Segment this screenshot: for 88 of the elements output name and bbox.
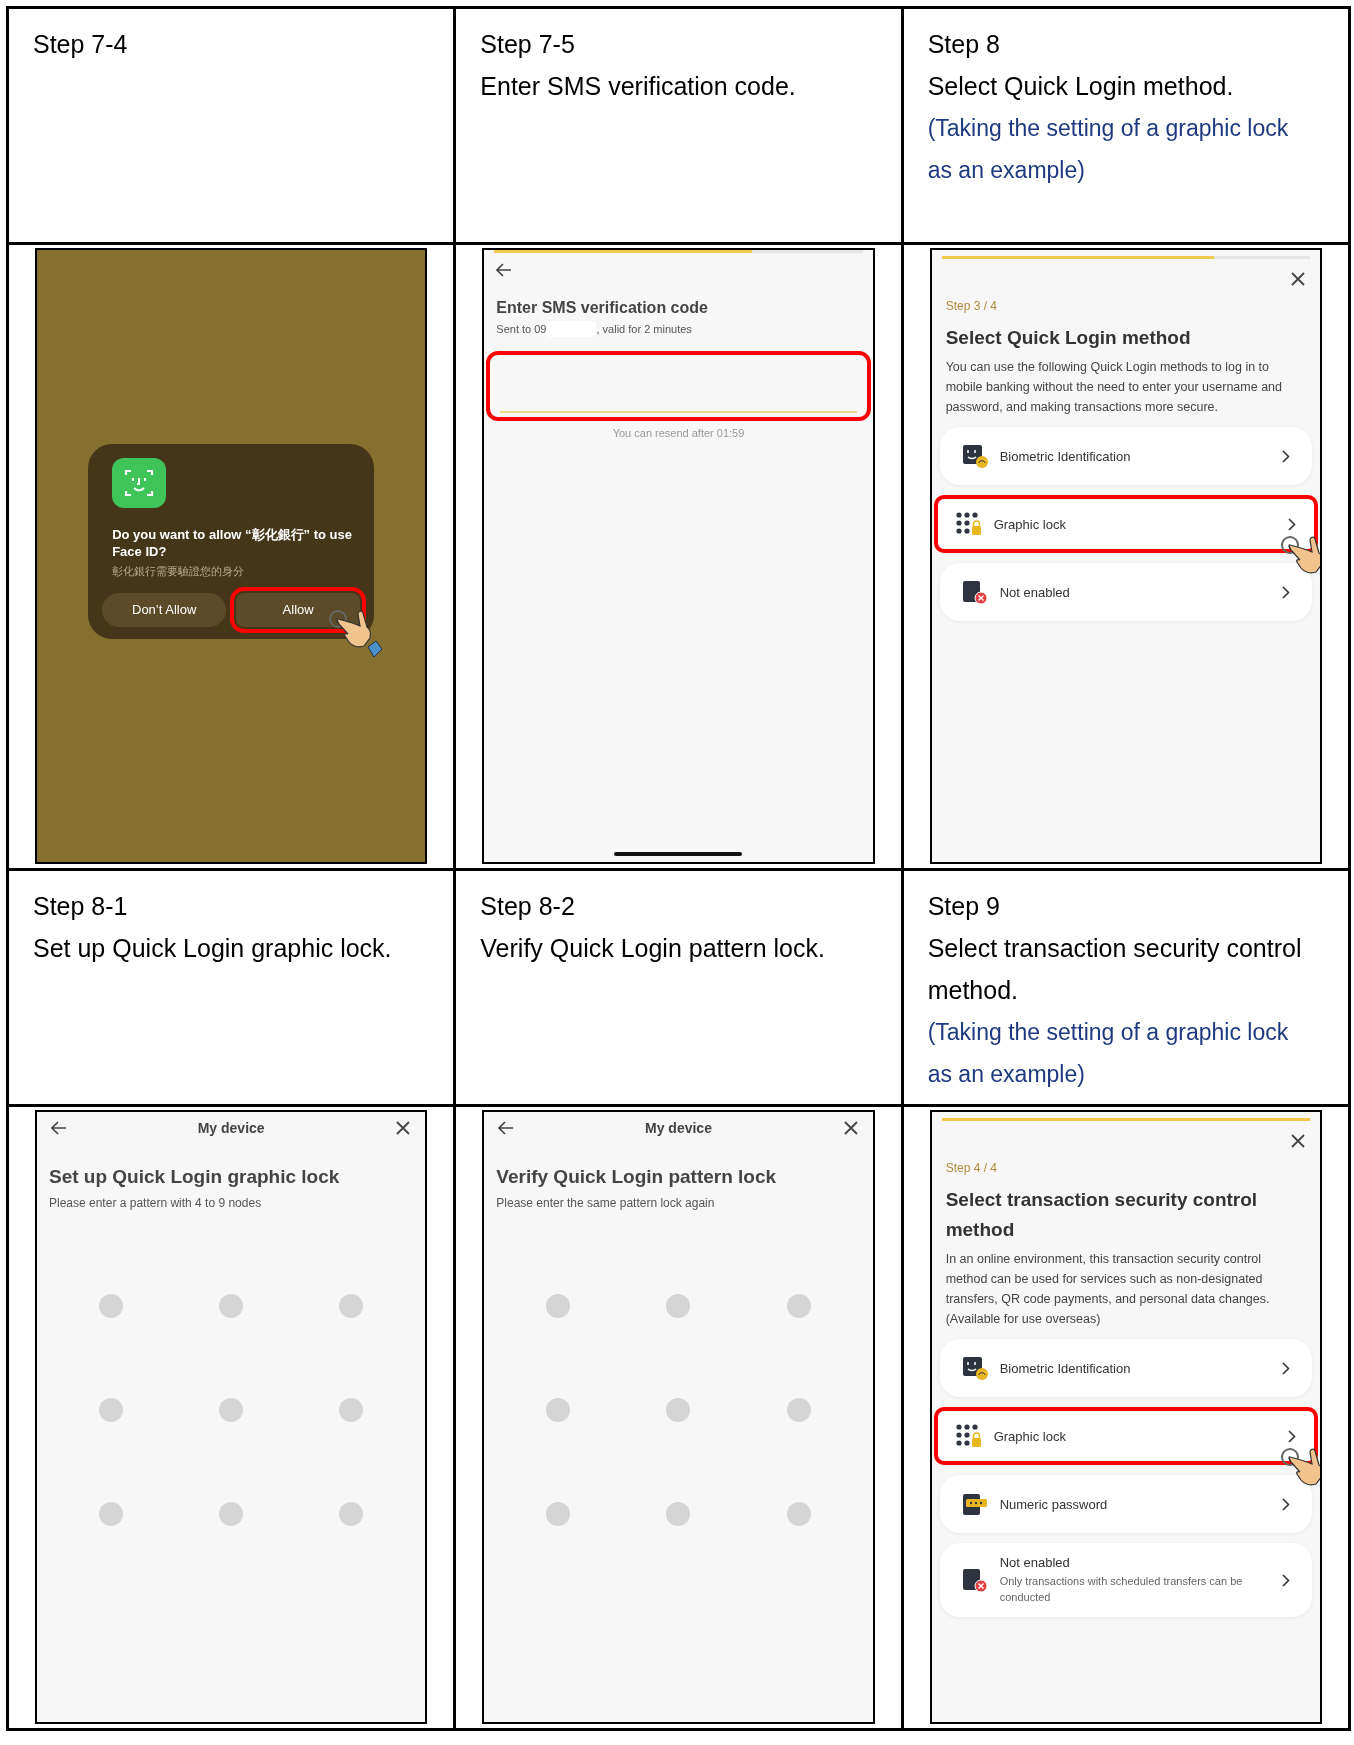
pattern-node[interactable] — [786, 1294, 811, 1318]
chevron-right-icon — [1282, 585, 1290, 599]
close-icon[interactable] — [395, 1120, 412, 1136]
chevron-right-icon — [1282, 1573, 1290, 1587]
dialog-button[interactable]: Don’t Allow — [102, 592, 227, 627]
pattern-node[interactable] — [666, 1294, 691, 1318]
chevron-right-icon — [1288, 1429, 1296, 1443]
option-detail: Only transactions with scheduled transfers can be conducted — [999, 1574, 1244, 1605]
option-label: Biometric Identification — [999, 1360, 1132, 1376]
dot-grid-lock-icon — [955, 512, 982, 536]
device-disabled-icon — [961, 1568, 988, 1592]
face-id-icon — [110, 457, 169, 508]
back-arrow-icon[interactable] — [51, 1121, 67, 1135]
chevron-right-icon — [1282, 1361, 1290, 1375]
step-title: Step 9 — [927, 891, 1001, 922]
step-instruction: Set up Quick Login graphic lock. — [33, 933, 393, 964]
pattern-node[interactable] — [786, 1398, 811, 1422]
step-instruction: Enter SMS verification code. — [480, 71, 797, 102]
step-title: Step 7-4 — [33, 29, 129, 60]
pattern-node[interactable] — [219, 1294, 244, 1318]
option-label: Graphic lock — [993, 1428, 1067, 1444]
option-label: Not enabled — [999, 584, 1071, 600]
step-instruction: Select Quick Login method. — [927, 71, 1235, 102]
method-option[interactable]: Not enabled Only transactions with scheduled transfers can be conducted — [939, 1543, 1312, 1617]
dialog-detail: 彰化銀行需要驗證您的身分 — [112, 563, 246, 579]
screen-subtitle: Please enter the same pattern lock again — [496, 1196, 716, 1210]
pattern-node[interactable] — [99, 1294, 123, 1318]
step-title: Step 8-2 — [480, 891, 576, 922]
option-label: Numeric password — [999, 1496, 1109, 1512]
close-icon[interactable] — [1290, 271, 1306, 287]
method-option[interactable]: Biometric Identification — [939, 427, 1312, 485]
method-option[interactable]: Biometric Identification — [939, 1339, 1312, 1397]
face-scan-icon — [961, 444, 988, 468]
chevron-right-icon — [1288, 517, 1296, 531]
pattern-node[interactable] — [546, 1294, 571, 1318]
step-title: Step 7-5 — [480, 29, 576, 60]
screen-description: You can use the following Quick Login methods to log in to mobile banking without the need to enter your username and password, and making transactions more secure. — [945, 359, 1283, 416]
chevron-right-icon — [1282, 449, 1290, 463]
pattern-node[interactable] — [546, 1502, 571, 1526]
option-label: Not enabled — [999, 1555, 1071, 1570]
pattern-node[interactable] — [339, 1398, 364, 1422]
screen-title: Select transaction security control method — [945, 1188, 1259, 1242]
password-card-icon — [961, 1492, 988, 1516]
device-disabled-icon — [961, 580, 988, 604]
step-title: Step 8 — [927, 29, 1001, 60]
option-label: Biometric Identification — [999, 448, 1132, 464]
screen-title: Enter SMS verification code — [496, 299, 709, 317]
step-indicator: Step 3 / 4 — [945, 299, 999, 313]
chevron-right-icon — [1282, 1497, 1290, 1511]
pattern-node[interactable] — [666, 1398, 691, 1422]
step-title: Step 8-1 — [33, 891, 129, 922]
code-input-field[interactable] — [486, 351, 871, 421]
option-label: Graphic lock — [993, 516, 1067, 532]
screen-description: In an online environment, this transaction security control method can be used for services such as non-designated transfers, QR code payments, and personal data changes. (Available for use overseas) — [945, 1251, 1271, 1328]
pattern-node[interactable] — [219, 1398, 244, 1422]
step-indicator: Step 4 / 4 — [945, 1161, 999, 1175]
method-option[interactable]: Numeric password — [939, 1475, 1312, 1533]
pattern-node[interactable] — [99, 1502, 123, 1526]
resend-timer: You can resend after 01:59 — [611, 427, 746, 439]
sent-to-text: Sent to 09 — [496, 323, 547, 335]
method-option[interactable]: Graphic lock — [933, 495, 1318, 553]
pattern-node[interactable] — [219, 1502, 244, 1526]
screen-title: Verify Quick Login pattern lock — [496, 1166, 778, 1188]
step-note: (Taking the setting of a graphic lock as an example) — [927, 1018, 1290, 1089]
screen-title: Select Quick Login method — [945, 326, 1192, 350]
close-icon[interactable] — [1290, 1133, 1306, 1149]
screen-subtitle: Please enter a pattern with 4 to 9 nodes — [49, 1196, 263, 1210]
pattern-node[interactable] — [786, 1502, 811, 1526]
screen-title: Set up Quick Login graphic lock — [49, 1166, 341, 1188]
step-note: (Taking the setting of a graphic lock as an example) — [927, 114, 1290, 185]
nav-title: My device — [645, 1120, 712, 1136]
back-arrow-icon[interactable] — [498, 1121, 515, 1135]
method-option[interactable]: Not enabled — [939, 563, 1312, 621]
step-instruction: Verify Quick Login pattern lock. — [480, 933, 826, 964]
back-arrow-icon[interactable] — [496, 263, 513, 277]
face-scan-icon — [961, 1356, 988, 1380]
pattern-node[interactable] — [666, 1502, 691, 1526]
step-instruction: Select transaction security control method. — [927, 933, 1303, 1006]
pattern-node[interactable] — [339, 1294, 364, 1318]
pattern-node[interactable] — [546, 1398, 571, 1422]
method-option[interactable]: Graphic lock — [933, 1407, 1318, 1465]
validity-text: , valid for 2 minutes — [596, 323, 692, 335]
nav-title: My device — [197, 1120, 265, 1136]
pattern-node[interactable] — [339, 1502, 364, 1526]
pattern-node[interactable] — [99, 1398, 123, 1422]
dialog-prompt: Do you want to allow “彰化銀行” to use Face ID? — [112, 525, 353, 560]
dot-grid-lock-icon — [955, 1424, 982, 1448]
close-icon[interactable] — [842, 1120, 859, 1136]
